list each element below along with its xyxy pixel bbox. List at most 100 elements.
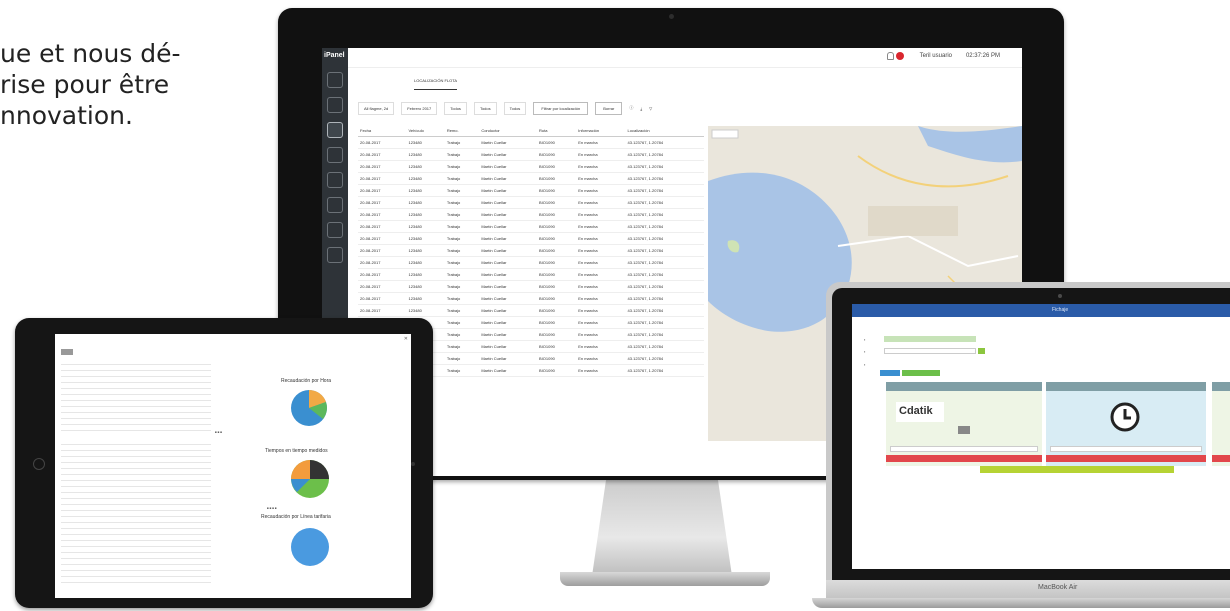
apply-filter-button[interactable]: Filtrar por localización — [533, 101, 589, 115]
cell-trailer: Trabajo — [444, 160, 480, 173]
cell-driver: Martín Cuellar — [479, 292, 537, 305]
cell-vehicle: 123480 — [406, 304, 445, 317]
table-row[interactable]: 20-08-2017123480TrabajoMartín CuellarBIO… — [358, 268, 704, 281]
table-row[interactable]: 20-08-2017123480TrabajoMartín CuellarBIO… — [358, 196, 704, 209]
imac-stand — [592, 480, 732, 576]
table-row[interactable]: 20-08-2017123480TrabajoMartín CuellarBIO… — [358, 304, 704, 317]
filter-select-c[interactable]: Todos — [503, 101, 527, 115]
table-row[interactable]: 20-08-2017123480TrabajoMartín CuellarBIO… — [358, 160, 704, 173]
column-route[interactable]: Ruta — [537, 125, 577, 137]
table-row[interactable]: 20-08-2017123480TrabajoMartín CuellarBIO… — [358, 148, 704, 161]
column-location[interactable]: Localización — [625, 125, 704, 137]
form-field-1[interactable] — [884, 336, 976, 342]
cell-trailer: Trabajo — [444, 328, 480, 341]
app-logo[interactable]: iPanel — [322, 48, 348, 63]
submit-button[interactable] — [980, 466, 1174, 473]
table-cell — [111, 424, 161, 431]
settings-icon[interactable] — [327, 147, 343, 163]
ipad-home-button[interactable] — [33, 458, 45, 470]
cell-location: 43.123767, 1.20784 — [625, 244, 704, 257]
third-card-cancel[interactable] — [1212, 455, 1230, 462]
third-card[interactable] — [1212, 382, 1230, 466]
cell-route: BIO1090 — [537, 208, 577, 221]
table-row[interactable]: 20-08-2017123480TrabajoMartín CuellarBIO… — [358, 208, 704, 221]
column-driver[interactable]: Conductor — [479, 125, 537, 137]
cell-info: En marcha — [576, 340, 626, 353]
clock-card-input[interactable] — [1050, 446, 1202, 452]
fleet-select[interactable]: All flagme, 2d — [358, 101, 395, 115]
clock-card-cancel[interactable] — [1046, 455, 1206, 462]
download-icon[interactable]: ⤓ — [640, 106, 642, 111]
cell-info: En marcha — [576, 196, 626, 209]
cell-driver: Martín Cuellar — [479, 304, 537, 317]
date-select[interactable]: Febrero 2017 — [401, 101, 438, 115]
bell-icon[interactable] — [887, 52, 894, 60]
table-row[interactable]: 20-08-2017123480TrabajoMartín CuellarBIO… — [358, 232, 704, 245]
table-row[interactable]: 20-08-2017123480TrabajoMartín CuellarBIO… — [358, 172, 704, 185]
cell-location: 43.123767, 1.20784 — [625, 328, 704, 341]
table-row[interactable]: 20-08-2017123480TrabajoMartín CuellarBIO… — [358, 220, 704, 233]
column-date[interactable]: Fecha — [358, 125, 407, 137]
form-add-button[interactable] — [978, 348, 985, 354]
list-icon[interactable] — [327, 247, 343, 263]
report-icon[interactable] — [327, 222, 343, 238]
headline-line-1: ue et nous dé- — [0, 39, 181, 68]
table-row[interactable]: 20-08-2017123480TrabajoMartín CuellarBIO… — [358, 136, 704, 149]
table-row[interactable]: 20-08-2017123480TrabajoMartín CuellarBIO… — [358, 256, 704, 269]
clock-time: 02:37:26 PM — [965, 53, 1000, 59]
company-logo: Cdatik — [896, 402, 944, 422]
stats-table-bottom — [61, 438, 211, 583]
column-trailer[interactable]: Remo. — [444, 125, 480, 137]
tab-fleet-location[interactable]: LOCALIZACIÓN FLOTA — [414, 78, 458, 90]
table-row[interactable]: 20-08-2017123480TrabajoMartín CuellarBIO… — [358, 280, 704, 293]
cell-route: BIO1090 — [537, 304, 577, 317]
pie-2-legend: ■ ■ ■ ■ — [267, 506, 277, 510]
cell-route: BIO1090 — [537, 340, 577, 353]
chat-icon[interactable] — [327, 122, 343, 138]
location-icon[interactable] — [327, 97, 343, 113]
cell-location: 43.123767, 1.20784 — [625, 196, 704, 209]
cell-date: 20-08-2017 — [358, 196, 407, 209]
company-card-cancel[interactable] — [886, 455, 1042, 462]
cell-date: 20-08-2017 — [358, 268, 407, 281]
cell-date: 20-08-2017 — [358, 292, 407, 305]
chip-blue[interactable] — [880, 370, 900, 376]
notification-badge[interactable] — [896, 52, 904, 60]
clock-card[interactable] — [1046, 382, 1206, 466]
table-row — [61, 576, 211, 583]
column-vehicle[interactable]: Vehículo — [406, 125, 445, 137]
cell-driver: Martín Cuellar — [479, 160, 537, 173]
chip-green[interactable] — [902, 370, 940, 376]
reset-button[interactable]: Borrar — [595, 101, 623, 115]
close-icon[interactable]: ✕ — [404, 336, 408, 342]
table-tag — [61, 349, 73, 355]
user-name[interactable]: Teril usuario — [920, 53, 952, 59]
column-info[interactable]: Información — [576, 125, 626, 137]
ipad-camera — [411, 462, 415, 466]
cell-route: BIO1090 — [537, 220, 577, 233]
form-field-2[interactable] — [884, 348, 976, 354]
dashboard-icon[interactable] — [327, 72, 343, 88]
company-card[interactable]: Cdatik — [886, 382, 1042, 466]
cell-route: BIO1090 — [537, 328, 577, 341]
cell-trailer: Trabajo — [444, 364, 480, 377]
table-row[interactable]: 20-08-2017123480TrabajoMartín CuellarBIO… — [358, 184, 704, 197]
info-icon[interactable]: ⓘ — [629, 105, 633, 111]
filter-icon[interactable]: ▽ — [649, 106, 652, 111]
form-label-1: ▪ — [864, 337, 866, 342]
table-row[interactable]: 20-08-2017123480TrabajoMartín CuellarBIO… — [358, 244, 704, 257]
cell-location: 43.123767, 1.20784 — [625, 280, 704, 293]
device-icon[interactable] — [327, 197, 343, 213]
cell-route: BIO1090 — [537, 316, 577, 329]
cell-trailer: Trabajo — [444, 280, 480, 293]
company-card-input[interactable] — [890, 446, 1038, 452]
cell-trailer: Trabajo — [444, 232, 480, 245]
cell-route: BIO1090 — [537, 136, 577, 149]
cell-trailer: Trabajo — [444, 196, 480, 209]
filter-select-a[interactable]: Todos — [444, 101, 467, 115]
table-row[interactable]: 20-08-2017123480TrabajoMartín CuellarBIO… — [358, 292, 704, 305]
user-icon[interactable] — [327, 172, 343, 188]
cell-trailer: Trabajo — [444, 352, 480, 365]
cell-location: 43.123767, 1.20784 — [625, 232, 704, 245]
filter-select-b[interactable]: Todos — [473, 101, 497, 115]
